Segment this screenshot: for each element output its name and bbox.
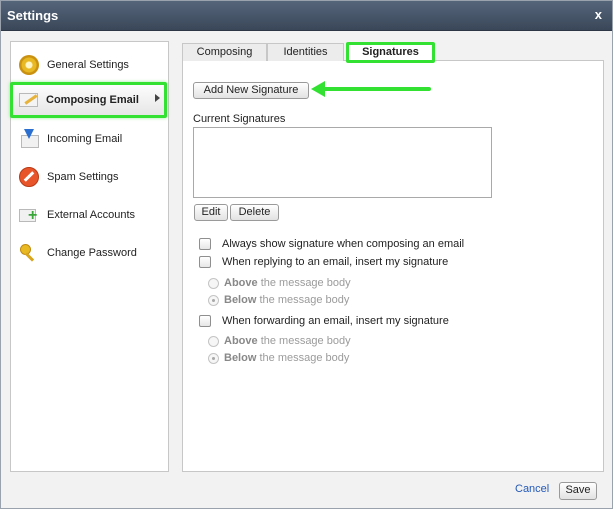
forward-above-option: Above the message body: [208, 335, 351, 347]
above-label: Above: [224, 335, 258, 347]
incoming-mail-icon: [19, 129, 39, 149]
close-icon[interactable]: x: [595, 7, 602, 22]
sidebar-item-change-password[interactable]: Change Password: [17, 238, 165, 268]
sidebar-item-incoming-email[interactable]: Incoming Email: [17, 124, 165, 154]
replying-label: When replying to an email, insert my sig…: [222, 256, 449, 268]
tab-identities[interactable]: Identities: [267, 43, 344, 61]
save-button[interactable]: Save: [559, 482, 597, 500]
cancel-link[interactable]: Cancel: [515, 483, 549, 495]
forward-above-radio[interactable]: [208, 335, 219, 347]
sidebar-item-general-settings[interactable]: General Settings: [17, 50, 165, 80]
sidebar-item-external-accounts[interactable]: External Accounts: [17, 200, 165, 230]
edit-button[interactable]: Edit: [194, 204, 228, 221]
no-entry-icon: [19, 167, 39, 187]
replying-checkbox[interactable]: [199, 256, 211, 268]
above-label: Above: [224, 277, 258, 289]
sidebar-item-label: External Accounts: [47, 209, 136, 221]
forwarding-label: When forwarding an email, insert my sign…: [222, 315, 449, 327]
delete-button[interactable]: Delete: [230, 204, 279, 221]
forwarding-option: When forwarding an email, insert my sign…: [199, 315, 449, 327]
reply-below-radio[interactable]: [208, 294, 219, 306]
reply-above-option: Above the message body: [208, 277, 351, 289]
signatures-list[interactable]: [193, 127, 492, 198]
reply-above-radio[interactable]: [208, 277, 219, 289]
chevron-right-icon: [155, 94, 160, 102]
sidebar-item-label: Composing Email: [46, 94, 139, 106]
add-new-signature-button[interactable]: Add New Signature: [193, 82, 309, 99]
sidebar-item-spam-settings[interactable]: Spam Settings: [17, 162, 165, 192]
below-label: Below: [224, 352, 257, 364]
always-show-checkbox[interactable]: [199, 238, 211, 250]
message-body-label: the message body: [259, 352, 350, 364]
current-signatures-label: Current Signatures: [193, 113, 286, 125]
forward-below-option: Below the message body: [208, 352, 349, 364]
title-bar: Settings x: [1, 1, 612, 31]
gear-icon: [19, 55, 39, 75]
forward-below-radio[interactable]: [208, 352, 219, 364]
pencil-icon: [18, 90, 38, 110]
sidebar-item-label: Incoming Email: [47, 133, 123, 145]
message-body-label: the message body: [259, 294, 350, 306]
always-show-option: Always show signature when composing an …: [199, 238, 464, 250]
tab-signatures[interactable]: Signatures: [346, 42, 435, 63]
sidebar-item-label: Spam Settings: [47, 171, 119, 183]
reply-below-option: Below the message body: [208, 294, 349, 306]
sidebar-item-label: Change Password: [47, 247, 137, 259]
below-label: Below: [224, 294, 257, 306]
dialog-title: Settings: [7, 8, 59, 23]
tab-composing[interactable]: Composing: [182, 43, 267, 61]
message-body-label: the message body: [260, 335, 351, 347]
forwarding-checkbox[interactable]: [199, 315, 211, 327]
replying-option: When replying to an email, insert my sig…: [199, 256, 448, 268]
add-account-icon: [19, 205, 39, 225]
sidebar-item-label: General Settings: [47, 59, 129, 71]
message-body-label: the message body: [260, 277, 351, 289]
arrow-annotation: [323, 87, 431, 91]
settings-sidebar: General Settings Composing Email Incomin…: [10, 41, 169, 472]
key-icon: [19, 243, 39, 263]
always-show-label: Always show signature when composing an …: [222, 238, 465, 250]
settings-dialog: Settings x General Settings Composing Em…: [0, 0, 613, 509]
sidebar-item-composing-email[interactable]: Composing Email: [10, 82, 167, 118]
